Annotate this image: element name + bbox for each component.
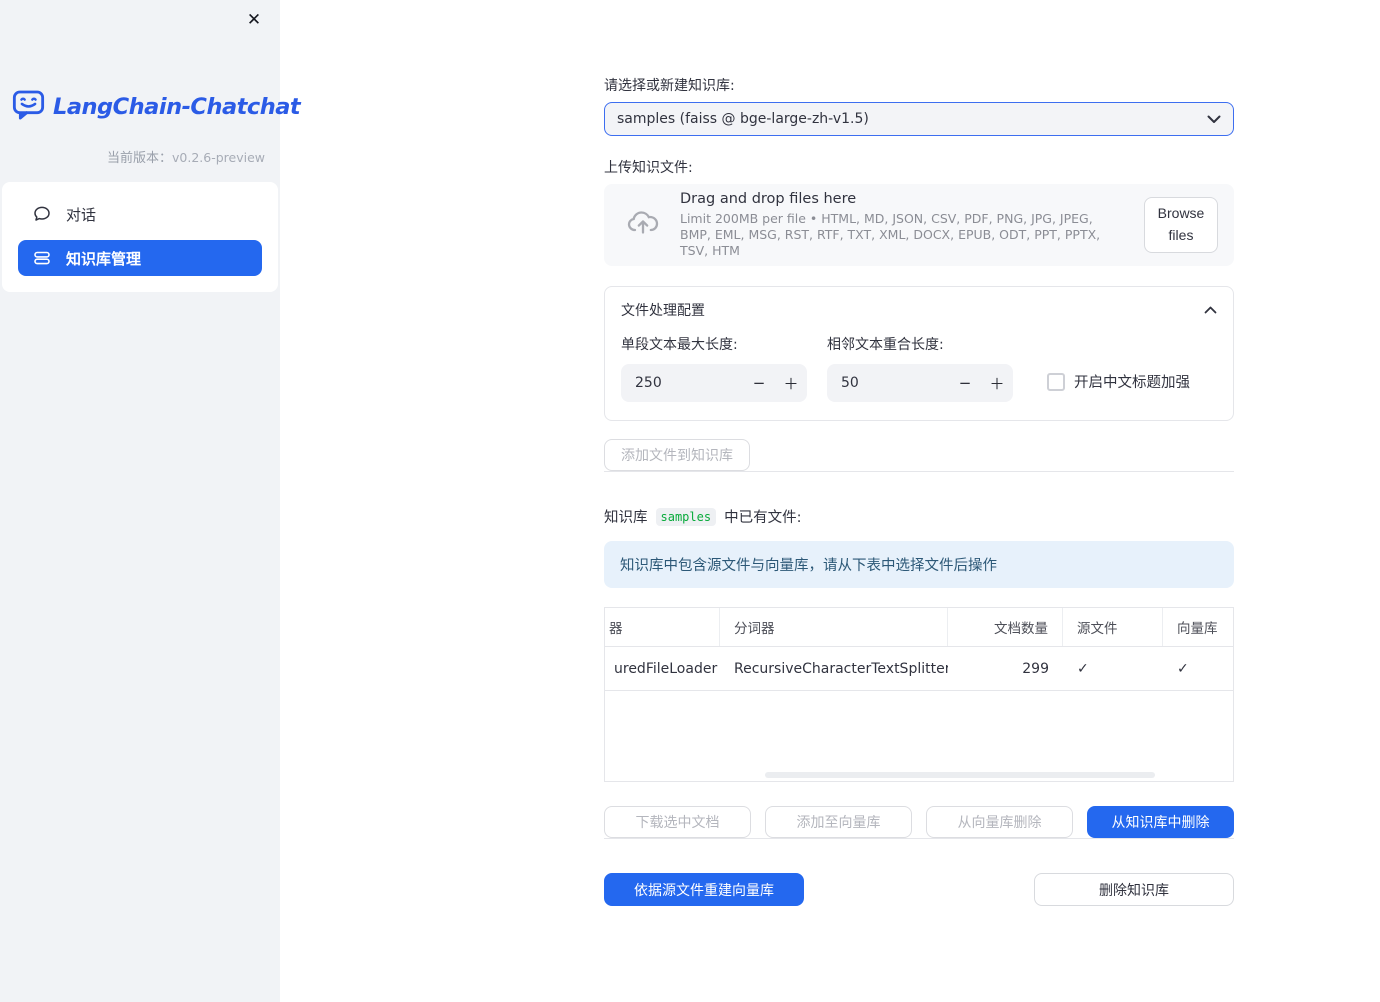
config-row: 单段文本最大长度: 250 − ＋ 相邻文本重合长度: 50 − ＋ 开启中文标… xyxy=(621,334,1217,402)
langchain-chatchat-logo-icon xyxy=(10,86,47,127)
info-text: 知识库中包含源文件与向量库，请从下表中选择文件后操作 xyxy=(620,558,997,574)
kb-level-buttons: 依据源文件重建向量库 删除知识库 xyxy=(604,873,1234,906)
overlap-size-value: 50 xyxy=(841,375,859,391)
version-value: v0.2.6-preview xyxy=(172,150,265,165)
zh-title-enhance-label: 开启中文标题加强 xyxy=(1074,375,1190,391)
chunk-size-value: 250 xyxy=(635,375,662,391)
kb-select-label: 请选择或新建知识库: xyxy=(604,78,735,94)
download-selected-button[interactable]: 下载选中文档 xyxy=(604,806,751,838)
overlap-size-label: 相邻文本重合长度: xyxy=(827,337,944,353)
rebuild-vector-store-button[interactable]: 依据源文件重建向量库 xyxy=(604,873,804,906)
file-action-buttons: 下载选中文档 添加至向量库 从向量库删除 从知识库中删除 xyxy=(604,806,1234,838)
col-splitter-header: 分词器 xyxy=(720,608,948,646)
col-source-file-header: 源文件 xyxy=(1063,608,1163,646)
existing-suffix: 中已有文件: xyxy=(724,510,802,526)
info-banner: 知识库中包含源文件与向量库，请从下表中选择文件后操作 xyxy=(604,541,1234,588)
cell-source-file-check: ✓ xyxy=(1077,660,1089,677)
brand: LangChain-Chatchat xyxy=(0,86,301,127)
kb-name-code: samples xyxy=(655,507,717,526)
sidebar-close-icon[interactable]: ✕ xyxy=(240,6,268,34)
cell-splitter: RecursiveCharacterTextSplitter xyxy=(734,660,948,677)
expander-header[interactable]: 文件处理配置 xyxy=(621,287,1217,332)
col-loader-header: 器 xyxy=(605,608,720,646)
main-area: 请选择或新建知识库: samples (faiss @ bge-large-zh… xyxy=(280,0,1380,1002)
col-vector-store-header: 向量库 xyxy=(1177,621,1218,637)
chunk-size-input[interactable]: 250 − ＋ xyxy=(621,364,807,402)
dropzone-limit: Limit 200MB per file • HTML, MD, JSON, C… xyxy=(680,210,1101,259)
chunk-size-label: 单段文本最大长度: xyxy=(621,337,738,353)
sidebar-item-kb-management[interactable]: 知识库管理 xyxy=(18,240,262,276)
sidebar-item-dialogue[interactable]: 对话 xyxy=(18,196,262,232)
existing-prefix: 知识库 xyxy=(604,510,648,526)
expander-title: 文件处理配置 xyxy=(621,302,705,319)
chunk-size-increment-button[interactable]: ＋ xyxy=(775,364,807,402)
overlap-size-increment-button[interactable]: ＋ xyxy=(981,364,1013,402)
divider xyxy=(604,838,1234,839)
zh-title-enhance-field: 开启中文标题加强 xyxy=(1047,371,1190,392)
dropzone-title: Drag and drop files here xyxy=(680,190,857,207)
overlap-size-decrement-button[interactable]: − xyxy=(949,364,981,402)
version-label: 当前版本： xyxy=(106,151,172,166)
cell-vector-store-check: ✓ xyxy=(1177,660,1189,677)
existing-files-heading: 知识库 samples 中已有文件: xyxy=(604,506,1234,527)
kb-files-table[interactable]: 器 分词器 文档数量 源文件 向量库 uredFileLoader Recurs… xyxy=(604,607,1234,782)
delete-kb-button[interactable]: 删除知识库 xyxy=(1034,873,1234,906)
brand-title: LangChain-Chatchat xyxy=(53,93,301,120)
chevron-down-icon xyxy=(1207,115,1221,124)
kb-select-value: samples (faiss @ bge-large-zh-v1.5) xyxy=(617,111,869,127)
sidebar: ✕ LangChain-Chatchat 当前版本：v0.2.6-preview… xyxy=(0,0,301,1002)
table-horizontal-scrollbar[interactable] xyxy=(765,772,1155,778)
delete-from-kb-button[interactable]: 从知识库中删除 xyxy=(1087,806,1234,838)
sidebar-menu: 对话 知识库管理 xyxy=(2,182,278,292)
version-line: 当前版本：v0.2.6-preview xyxy=(0,147,280,166)
file-dropzone[interactable]: Drag and drop files here Limit 200MB per… xyxy=(604,184,1234,266)
chunk-size-decrement-button[interactable]: − xyxy=(743,364,775,402)
upload-label: 上传知识文件: xyxy=(604,160,693,176)
cell-loader: uredFileLoader xyxy=(614,660,718,677)
table-header-row: 器 分词器 文档数量 源文件 向量库 xyxy=(605,608,1233,647)
sidebar-item-label: 知识库管理 xyxy=(66,249,142,268)
browse-files-button[interactable]: Browse files xyxy=(1144,197,1218,253)
overlap-size-input[interactable]: 50 − ＋ xyxy=(827,364,1013,402)
dropzone-text: Drag and drop files here Limit 200MB per… xyxy=(680,191,1126,260)
divider xyxy=(604,471,1234,472)
sidebar-item-label: 对话 xyxy=(66,205,97,224)
kb-select[interactable]: samples (faiss @ bge-large-zh-v1.5) xyxy=(604,102,1234,136)
file-config-expander: 文件处理配置 单段文本最大长度: 250 − ＋ 相邻文本重合长度: 50 − … xyxy=(604,286,1234,421)
chunk-size-field: 单段文本最大长度: 250 − ＋ xyxy=(621,334,807,402)
add-files-to-kb-button[interactable]: 添加文件到知识库 xyxy=(604,439,750,471)
table-row[interactable]: uredFileLoader RecursiveCharacterTextSpl… xyxy=(605,647,1233,691)
add-to-vector-store-button[interactable]: 添加至向量库 xyxy=(765,806,912,838)
overlap-size-field: 相邻文本重合长度: 50 − ＋ xyxy=(827,334,1013,402)
col-doc-count-header: 文档数量 xyxy=(948,608,1063,646)
chat-bubble-icon xyxy=(32,204,52,224)
cell-doc-count: 299 xyxy=(1022,660,1049,677)
zh-title-enhance-checkbox[interactable] xyxy=(1047,372,1065,391)
chevron-up-icon xyxy=(1204,306,1217,314)
kb-list-icon xyxy=(32,248,52,268)
cloud-upload-icon xyxy=(624,204,662,246)
content-column: 请选择或新建知识库: samples (faiss @ bge-large-zh… xyxy=(604,0,1234,906)
delete-from-vector-store-button[interactable]: 从向量库删除 xyxy=(926,806,1073,838)
